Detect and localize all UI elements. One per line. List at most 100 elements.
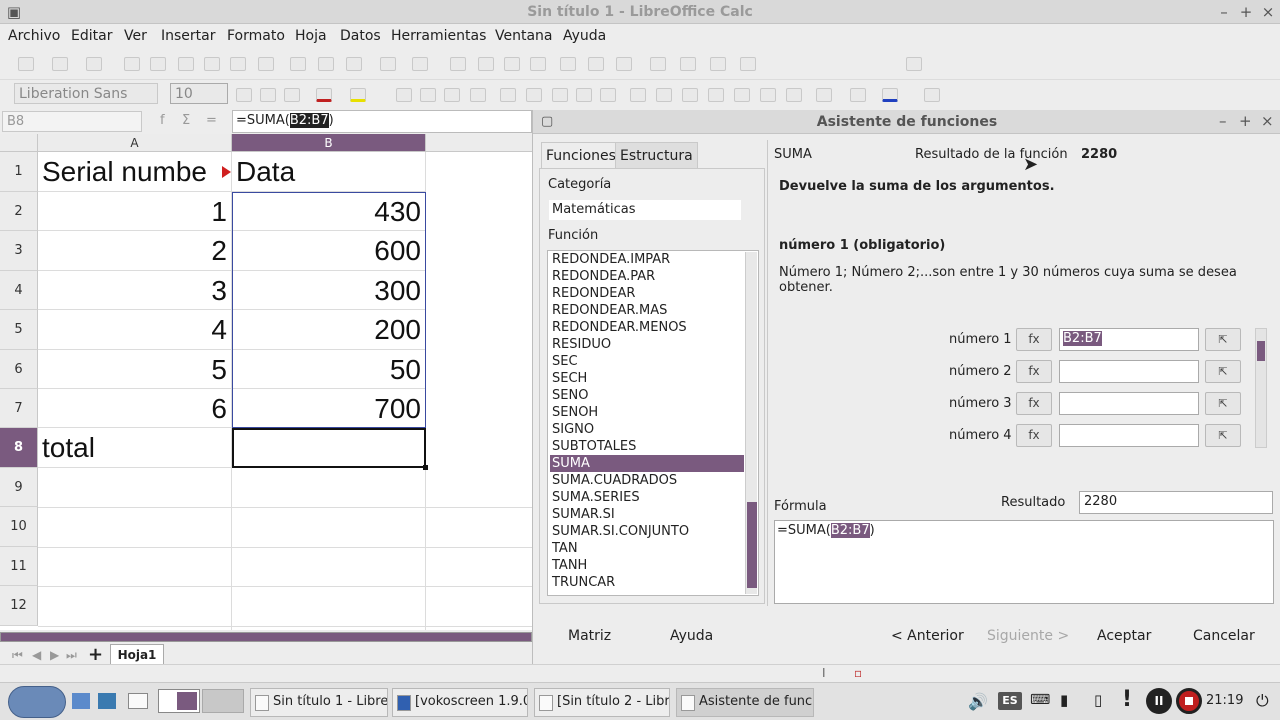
menu-archivo[interactable]: Archivo [8, 28, 60, 44]
cell-a2[interactable]: 1 [38, 192, 232, 231]
arg-input-3[interactable] [1059, 392, 1199, 415]
valign-top-icon[interactable] [552, 88, 568, 102]
align-left-icon[interactable] [396, 88, 412, 102]
task-vokoscreen[interactable]: [vokoscreen 1.9.0] [392, 688, 528, 717]
menu-editar[interactable]: Editar [71, 28, 112, 44]
align-center-icon[interactable] [420, 88, 436, 102]
fx-button-3[interactable]: fx [1016, 392, 1052, 415]
cut-icon[interactable] [290, 57, 306, 71]
font-size-box[interactable]: 10 [170, 83, 228, 104]
pivot-icon[interactable] [616, 57, 632, 71]
column-header-a[interactable]: A [38, 134, 232, 152]
list-item[interactable]: REDONDEA.IMPAR [550, 251, 744, 268]
bold-icon[interactable] [236, 88, 252, 102]
list-item[interactable]: REDONDEAR [550, 285, 744, 302]
copy-icon[interactable] [318, 57, 334, 71]
menu-datos[interactable]: Datos [340, 28, 381, 44]
cell-a7[interactable]: 6 [38, 389, 232, 428]
justify-icon[interactable] [470, 88, 486, 102]
row-header-4[interactable]: 4 [0, 271, 38, 310]
font-color-icon[interactable] [316, 88, 332, 102]
row-header-2[interactable]: 2 [0, 192, 38, 231]
cell-a1[interactable]: Serial numbe [38, 152, 232, 192]
date-icon[interactable] [708, 88, 724, 102]
function-list-scrollbar[interactable] [745, 252, 757, 594]
italic-icon[interactable] [260, 88, 276, 102]
border-style-icon[interactable] [850, 88, 866, 102]
list-item[interactable]: TRUNCAR [550, 574, 744, 591]
last-sheet-icon[interactable]: ⏭ [66, 648, 77, 663]
number-format-icon[interactable] [682, 88, 698, 102]
first-sheet-icon[interactable]: ⏮ [12, 648, 23, 663]
sheet-tab-hoja1[interactable]: Hoja1 [110, 644, 164, 666]
row-header-11[interactable]: 11 [0, 547, 38, 586]
paste-icon[interactable] [346, 57, 362, 71]
start-menu-button[interactable] [8, 686, 66, 718]
task-calc-2[interactable]: [Sin título 2 - Libr... [534, 688, 670, 717]
args-scrollbar-thumb[interactable] [1257, 341, 1265, 361]
dialog-close-button[interactable]: × [1261, 112, 1274, 130]
list-item[interactable]: SUMA.CUADRADOS [550, 472, 744, 489]
task-function-wizard[interactable]: Asistente de funci... [676, 688, 814, 717]
column-header-c[interactable]: C [426, 134, 532, 152]
row-header-12[interactable]: 12 [0, 586, 38, 626]
list-item[interactable]: SUMAR.SI.CONJUNTO [550, 523, 744, 540]
list-item[interactable]: REDONDEAR.MAS [550, 302, 744, 319]
currency-icon[interactable] [630, 88, 646, 102]
pause-recording-icon[interactable]: II [1146, 688, 1172, 714]
fill-handle[interactable] [423, 465, 428, 470]
delete-decimal-icon[interactable] [760, 88, 776, 102]
workspace-1[interactable] [158, 689, 200, 713]
cell-a4[interactable]: 3 [38, 271, 232, 310]
align-right-icon[interactable] [444, 88, 460, 102]
name-box[interactable]: B8 [2, 111, 142, 132]
help-button[interactable]: Ayuda [670, 628, 713, 644]
column-header-b[interactable]: B [232, 134, 426, 152]
formula-editor[interactable]: =SUMA(B2:B7) [774, 520, 1274, 604]
row-header-8[interactable]: 8 [0, 428, 38, 468]
list-item-selected[interactable]: SUMA [550, 455, 744, 472]
cancel-button[interactable]: Cancelar [1193, 628, 1255, 644]
valign-center-icon[interactable] [576, 88, 592, 102]
menu-ver[interactable]: Ver [124, 28, 147, 44]
list-item[interactable]: REDONDEA.PAR [550, 268, 744, 285]
spreadsheet-grid[interactable]: A B C 1 2 3 4 5 6 7 8 9 10 11 12 Serial … [0, 134, 532, 630]
row-header-10[interactable]: 10 [0, 507, 38, 547]
list-item[interactable]: SENO [550, 387, 744, 404]
desktop-icon[interactable] [128, 693, 148, 709]
next-button[interactable]: Siguiente > [987, 628, 1069, 644]
menu-hoja[interactable]: Hoja [295, 28, 327, 44]
minimize-button[interactable]: – [1214, 2, 1234, 22]
cell-a8[interactable]: total [38, 428, 232, 468]
function-list[interactable]: REDONDEA.IMPAR REDONDEA.PAR REDONDEAR RE… [547, 250, 759, 596]
autofilter-icon[interactable] [530, 57, 546, 71]
list-item[interactable]: SEC [550, 353, 744, 370]
task-calc-1[interactable]: Sin título 1 - Libre... [250, 688, 388, 717]
dialog-minimize-button[interactable]: – [1219, 112, 1227, 130]
dialog-maximize-button[interactable]: + [1239, 112, 1252, 130]
row-header-7[interactable]: 7 [0, 389, 38, 428]
sum-icon[interactable]: Σ [182, 113, 190, 128]
list-item[interactable]: SUMAR.SI [550, 506, 744, 523]
row-header-3[interactable]: 3 [0, 231, 38, 271]
accept-button[interactable]: Aceptar [1097, 628, 1151, 644]
cell-a3[interactable]: 2 [38, 231, 232, 271]
add-decimal-icon[interactable] [734, 88, 750, 102]
shrink-button-2[interactable]: ⇱ [1205, 360, 1241, 383]
fx-button-2[interactable]: fx [1016, 360, 1052, 383]
stop-recording-icon[interactable] [1176, 688, 1202, 714]
merge-icon[interactable] [526, 88, 542, 102]
highlight-icon[interactable] [350, 88, 366, 102]
line-icon[interactable] [906, 57, 922, 71]
print-icon[interactable] [204, 57, 220, 71]
battery-icon[interactable]: ▯ [1094, 691, 1102, 709]
matrix-checkbox[interactable]: Matriz [568, 628, 611, 644]
shrink-button-4[interactable]: ⇱ [1205, 424, 1241, 447]
wrap-icon[interactable] [500, 88, 516, 102]
next-sheet-icon[interactable]: ▶ [50, 648, 59, 662]
fx-button-4[interactable]: fx [1016, 424, 1052, 447]
list-item[interactable]: SUBTOTALES [550, 438, 744, 455]
previous-button[interactable]: < Anterior [891, 628, 964, 644]
list-item[interactable]: SUMA.SERIES [550, 489, 744, 506]
open-icon[interactable] [52, 57, 68, 71]
